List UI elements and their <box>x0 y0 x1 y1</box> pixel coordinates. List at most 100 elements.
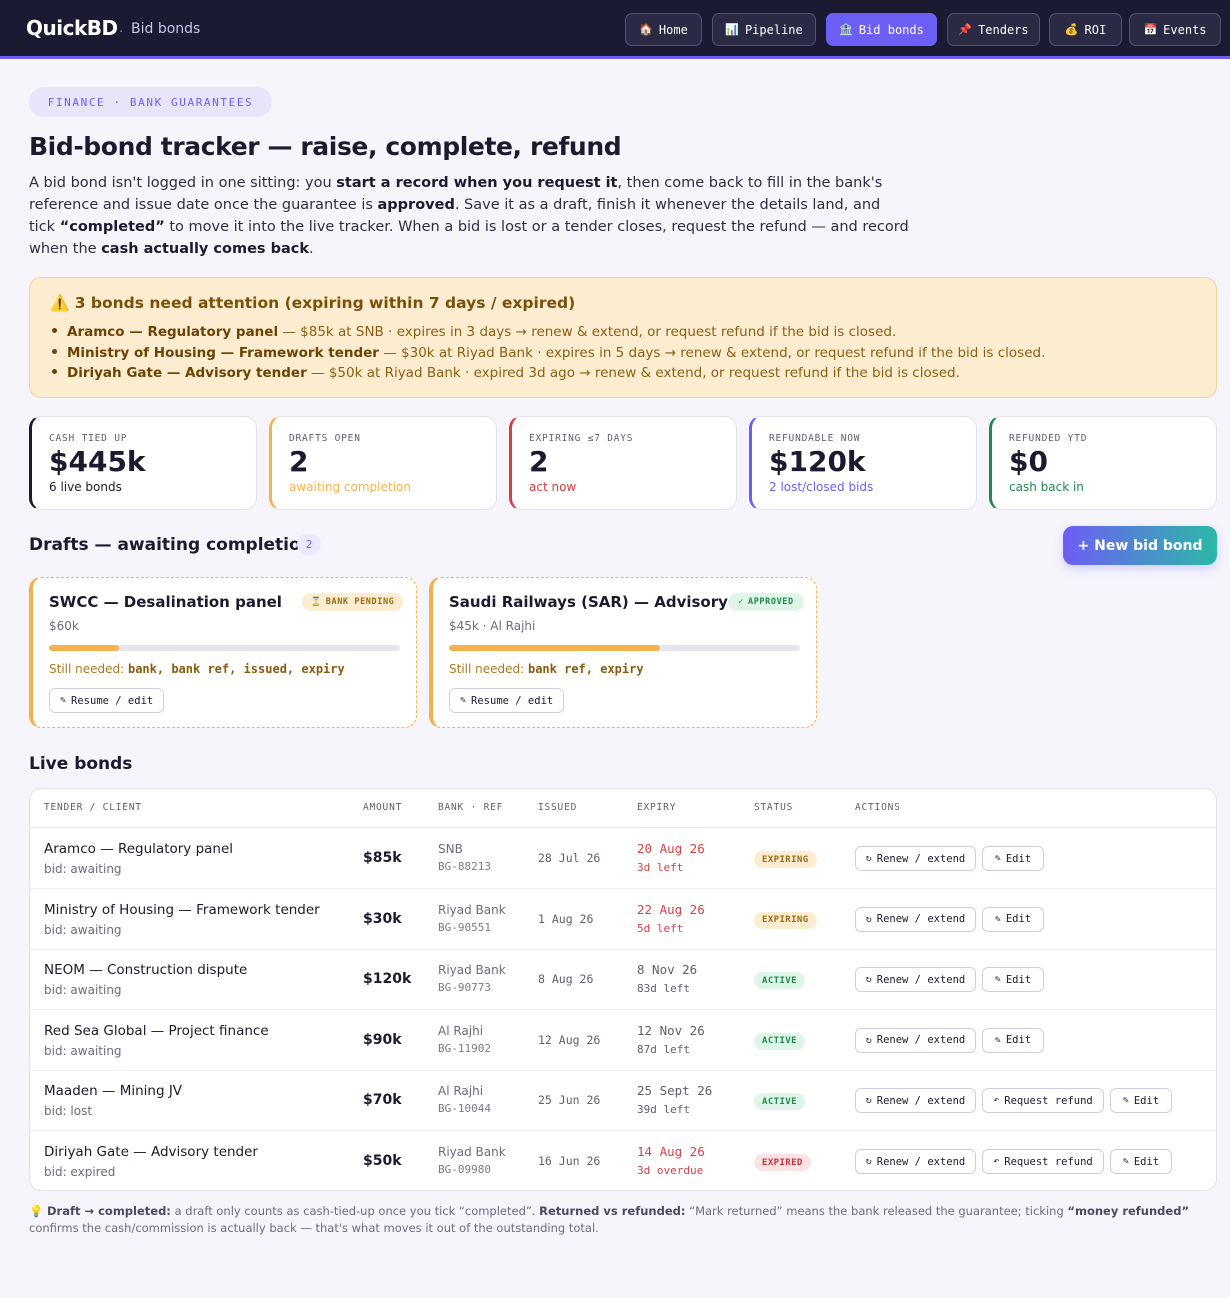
status-badge: EXPIRING <box>754 911 817 929</box>
renew-extend-button[interactable]: ↻ Renew / extend <box>855 906 976 932</box>
section-pill: FINANCE · BANK GUARANTEES <box>29 87 272 117</box>
renew-extend-button[interactable]: ↻ Renew / extend <box>855 1027 976 1053</box>
stat-value: 2 <box>289 445 309 478</box>
tender-name[interactable]: Ministry of Housing — Framework tender <box>44 902 320 918</box>
nav-tenders-button[interactable]: 📌 Tenders <box>947 13 1040 46</box>
refresh-icon: ↻ <box>865 1095 872 1107</box>
stat-subtext: awaiting completion <box>289 480 411 494</box>
table-row[interactable]: Ministry of Housing — Framework tender bi… <box>30 889 1216 950</box>
pencil-icon: ✎ <box>994 853 1001 864</box>
bank-name: SNB <box>438 842 463 856</box>
table-row[interactable]: Aramco — Regulatory panel bid: awaiting $8… <box>30 828 1216 889</box>
column-header: TENDER / CLIENT <box>44 802 142 813</box>
issued-date: 1 Aug 26 <box>538 911 594 926</box>
status-badge: EXPIRING <box>754 851 817 868</box>
draft-card[interactable]: SWCC — Desalination panel ⏳ BANK PENDING $6… <box>29 577 417 728</box>
tender-name[interactable]: NEOM — Construction dispute <box>44 962 247 978</box>
edit-button[interactable]: ✎ Edit <box>1110 1149 1172 1174</box>
nav-label: Pipeline <box>744 22 803 37</box>
new-bid-bond-button[interactable]: + New bid bond <box>1063 526 1217 565</box>
draft-title: Saudi Railways (SAR) — Advisory <box>449 593 728 611</box>
issued-date: 28 Jul 26 <box>538 851 601 865</box>
edit-button[interactable]: ✎ Edit <box>982 967 1044 993</box>
bid-status: bid: awaiting <box>44 862 122 876</box>
alert-item-detail: — $50k at Riyad Bank · expired 3d ago → … <box>306 365 960 381</box>
days-left: 5d left <box>637 921 684 935</box>
warning-icon: ⚠️ <box>50 294 70 312</box>
pencil-icon: ✎ <box>460 695 467 706</box>
draft-status-tag: ✓ APPROVED <box>728 593 804 611</box>
status-badge: EXPIRED <box>754 1154 811 1171</box>
stat-card-cash-tied-up: CASH TIED UP $445k 6 live bonds <box>29 416 257 510</box>
stat-card-expiring-7-days: EXPIRING ≤7 DAYS 2 act now <box>509 416 737 510</box>
expiry-date: 12 Nov 26 <box>637 1022 705 1038</box>
table-row[interactable]: Red Sea Global — Project finance bid: awa… <box>30 1010 1216 1071</box>
column-header: EXPIRY <box>637 802 677 813</box>
check-icon: ✓ <box>738 597 744 607</box>
request-refund-button[interactable]: ↶ Request refund <box>982 1088 1104 1114</box>
still-needed-fields: bank, bank ref, issued, expiry <box>127 662 345 676</box>
stat-label: EXPIRING ≤7 DAYS <box>529 433 634 444</box>
edit-button[interactable]: ✎ Edit <box>982 906 1044 932</box>
button-label: Request refund <box>1004 1155 1093 1168</box>
nav-bid-bonds-button[interactable]: 🏦 Bid bonds <box>826 13 937 46</box>
alert-item-name[interactable]: Diriyah Gate — Advisory tender <box>67 365 307 381</box>
footnote: 💡 Draft → completed: a draft only counts… <box>29 1204 1190 1235</box>
bond-amount: $50k <box>363 1153 402 1169</box>
refresh-icon: ↻ <box>865 913 872 925</box>
days-left: 39d left <box>637 1103 690 1117</box>
bank-name: Riyad Bank <box>438 963 506 978</box>
stat-label: REFUNDABLE NOW <box>769 433 861 444</box>
bid-status: bid: expired <box>44 1165 116 1179</box>
brand-logo[interactable]: QuickBD <box>26 16 118 40</box>
alert-item-name[interactable]: Aramco — Regulatory panel <box>67 324 278 340</box>
issued-date: 12 Aug 26 <box>538 1032 601 1047</box>
tender-name[interactable]: Red Sea Global — Project finance <box>44 1023 269 1039</box>
days-left: 87d left <box>637 1042 690 1056</box>
tender-name[interactable]: Diriyah Gate — Advisory tender <box>44 1144 258 1160</box>
alert-item-name[interactable]: Ministry of Housing — Framework tender <box>67 345 379 361</box>
bid-status: bid: lost <box>44 1104 93 1119</box>
request-refund-button[interactable]: ↶ Request refund <box>982 1149 1104 1174</box>
nav-events-button[interactable]: 📅 Events <box>1129 13 1221 46</box>
undo-icon: ↶ <box>993 1095 1000 1107</box>
button-label: Renew / extend <box>876 973 966 986</box>
table-row[interactable]: Maaden — Mining JV bid: lost $70k Al Rajhi B… <box>30 1070 1216 1132</box>
edit-button[interactable]: ✎ Edit <box>982 1027 1044 1053</box>
edit-button[interactable]: ✎ Edit <box>982 846 1044 871</box>
bid-status: bid: awaiting <box>44 1043 122 1058</box>
bank-ref: BG-90551 <box>438 920 491 934</box>
stat-value: $0 <box>1009 445 1048 478</box>
button-label: Renew / extend <box>876 1094 966 1107</box>
resume-edit-button[interactable]: ✎ Resume / edit <box>49 688 165 713</box>
nav-pipeline-button[interactable]: 📊 Pipeline <box>712 13 816 46</box>
resume-edit-button[interactable]: ✎ Resume / edit <box>449 688 565 713</box>
nav-home-button[interactable]: 🏠 Home <box>625 13 702 46</box>
tender-name[interactable]: Aramco — Regulatory panel <box>44 841 233 857</box>
column-header: STATUS <box>754 802 794 813</box>
nav-roi-button[interactable]: 💰 ROI <box>1049 13 1122 46</box>
tender-name[interactable]: Maaden — Mining JV <box>44 1083 182 1099</box>
days-left: 3d overdue <box>637 1164 704 1177</box>
renew-extend-button[interactable]: ↻ Renew / extend <box>855 967 976 993</box>
button-label: Renew / extend <box>876 913 966 926</box>
draft-card[interactable]: Saudi Railways (SAR) — Advisory ✓ APPROVED… <box>429 577 817 728</box>
table-row[interactable]: Diriyah Gate — Advisory tender bid: expir… <box>30 1131 1216 1190</box>
bank-icon: 🏦 <box>839 23 853 36</box>
renew-extend-button[interactable]: ↻ Renew / extend <box>855 846 976 871</box>
stat-label: REFUNDED YTD <box>1009 433 1088 444</box>
column-header: BANK · REF <box>438 802 504 813</box>
house-icon: 🏠 <box>639 23 653 36</box>
alert-title: ⚠️ 3 bonds need attention (expiring with… <box>50 294 576 312</box>
draft-progress-fill <box>49 645 120 651</box>
bank-name: Riyad Bank <box>438 1145 506 1159</box>
expiry-date: 22 Aug 26 <box>637 901 705 917</box>
button-label: Resume / edit <box>71 694 154 707</box>
renew-extend-button[interactable]: ↻ Renew / extend <box>855 1149 976 1174</box>
table-row[interactable]: NEOM — Construction dispute bid: awaiting… <box>30 949 1216 1011</box>
renew-extend-button[interactable]: ↻ Renew / extend <box>855 1088 976 1114</box>
edit-button[interactable]: ✎ Edit <box>1110 1088 1172 1114</box>
pencil-icon: ✎ <box>1122 1095 1129 1107</box>
button-label: Edit <box>1005 1034 1032 1047</box>
pin-icon: 📌 <box>958 23 973 36</box>
